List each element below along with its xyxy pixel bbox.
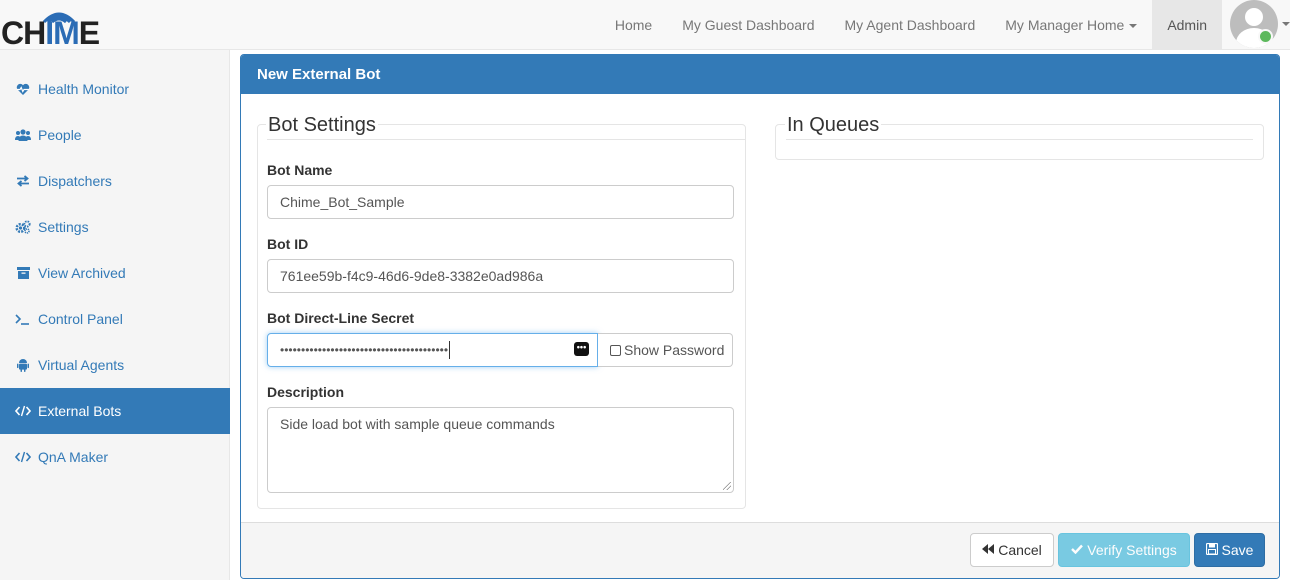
bot-id-label: Bot ID [267,236,309,252]
in-queues-legend: In Queues [785,114,882,137]
cogs-icon [15,219,31,235]
resize-handle-icon[interactable] [723,482,731,490]
online-status-icon [1258,29,1273,44]
show-password-checkbox[interactable] [610,344,621,356]
caret-down-icon [1282,22,1290,26]
sidebar-item-dispatchers[interactable]: Dispatchers [0,158,230,204]
legend-divider [786,139,1253,140]
bot-name-label: Bot Name [267,162,333,178]
heartbeat-icon [15,81,31,97]
android-icon [15,357,31,373]
nav-guest-dashboard[interactable]: My Guest Dashboard [667,0,829,49]
user-menu[interactable] [1222,0,1290,49]
logo-wordmark: CHIME [1,15,100,51]
nav-links: Home My Guest Dashboard My Agent Dashboa… [600,0,1290,50]
verify-settings-button[interactable]: Verify Settings [1058,533,1190,567]
direct-line-secret-input[interactable]: ••••••••••••••••••••••••••••••••••••••••… [267,333,598,367]
bot-settings-legend: Bot Settings [266,114,378,137]
sidebar-item-view-archived[interactable]: View Archived [0,250,230,296]
nav-manager-home[interactable]: My Manager Home [990,0,1152,49]
sidebar-item-health-monitor[interactable]: Health Monitor [0,66,230,112]
code-icon [15,403,31,419]
sidebar-item-label: View Archived [38,265,126,281]
caret-down-icon [1129,23,1138,28]
sidebar-item-label: External Bots [38,403,122,419]
sidebar: Health Monitor People Dispatchers Settin… [0,50,230,580]
sidebar-item-label: Dispatchers [38,173,112,189]
code-icon [15,449,31,465]
sidebar-item-external-bots[interactable]: External Bots [0,388,230,434]
nav-admin[interactable]: Admin [1152,0,1222,49]
cancel-button[interactable]: Cancel [970,533,1054,567]
password-manager-icon[interactable]: ••• [574,342,589,356]
sidebar-item-label: Health Monitor [38,81,130,97]
sidebar-item-label: Settings [38,219,89,235]
check-icon [1071,543,1084,557]
new-external-bot-panel: New External Bot Bot Settings Bot Name C… [240,54,1280,579]
sidebar-item-label: QnA Maker [38,449,109,465]
sidebar-item-label: Virtual Agents [38,357,125,373]
save-button[interactable]: Save [1194,533,1265,567]
sidebar-item-settings[interactable]: Settings [0,204,230,250]
backward-icon [982,543,995,557]
description-label: Description [267,384,345,400]
secret-label: Bot Direct-Line Secret [267,310,415,326]
sidebar-item-virtual-agents[interactable]: Virtual Agents [0,342,230,388]
archive-icon [15,265,31,281]
floppy-disk-icon [1205,542,1218,558]
terminal-icon [15,311,31,327]
panel-footer: Cancel Verify Settings Save [241,522,1279,578]
sidebar-item-label: Control Panel [38,311,123,327]
legend-divider [267,139,745,140]
sidebar-item-qna-maker[interactable]: QnA Maker [0,434,230,480]
users-icon [15,127,31,143]
panel-title: New External Bot [241,55,1279,94]
description-textarea[interactable]: Side load bot with sample queue commands [267,407,734,493]
sidebar-item-control-panel[interactable]: Control Panel [0,296,230,342]
chime-logo[interactable]: CHIME [0,4,104,51]
bot-name-input[interactable]: Chime_Bot_Sample [267,185,734,219]
show-password-toggle[interactable]: Show Password [598,333,733,367]
sidebar-item-label: People [38,127,82,143]
top-navbar: CHIME Home My Guest Dashboard My Agent D… [0,0,1290,50]
bot-id-input[interactable]: 761ee59b-f4c9-46d6-9de8-3382e0ad986a [267,259,734,293]
exchange-icon [15,173,31,189]
sidebar-item-people[interactable]: People [0,112,230,158]
nav-agent-dashboard[interactable]: My Agent Dashboard [830,0,991,49]
nav-home[interactable]: Home [600,0,667,49]
